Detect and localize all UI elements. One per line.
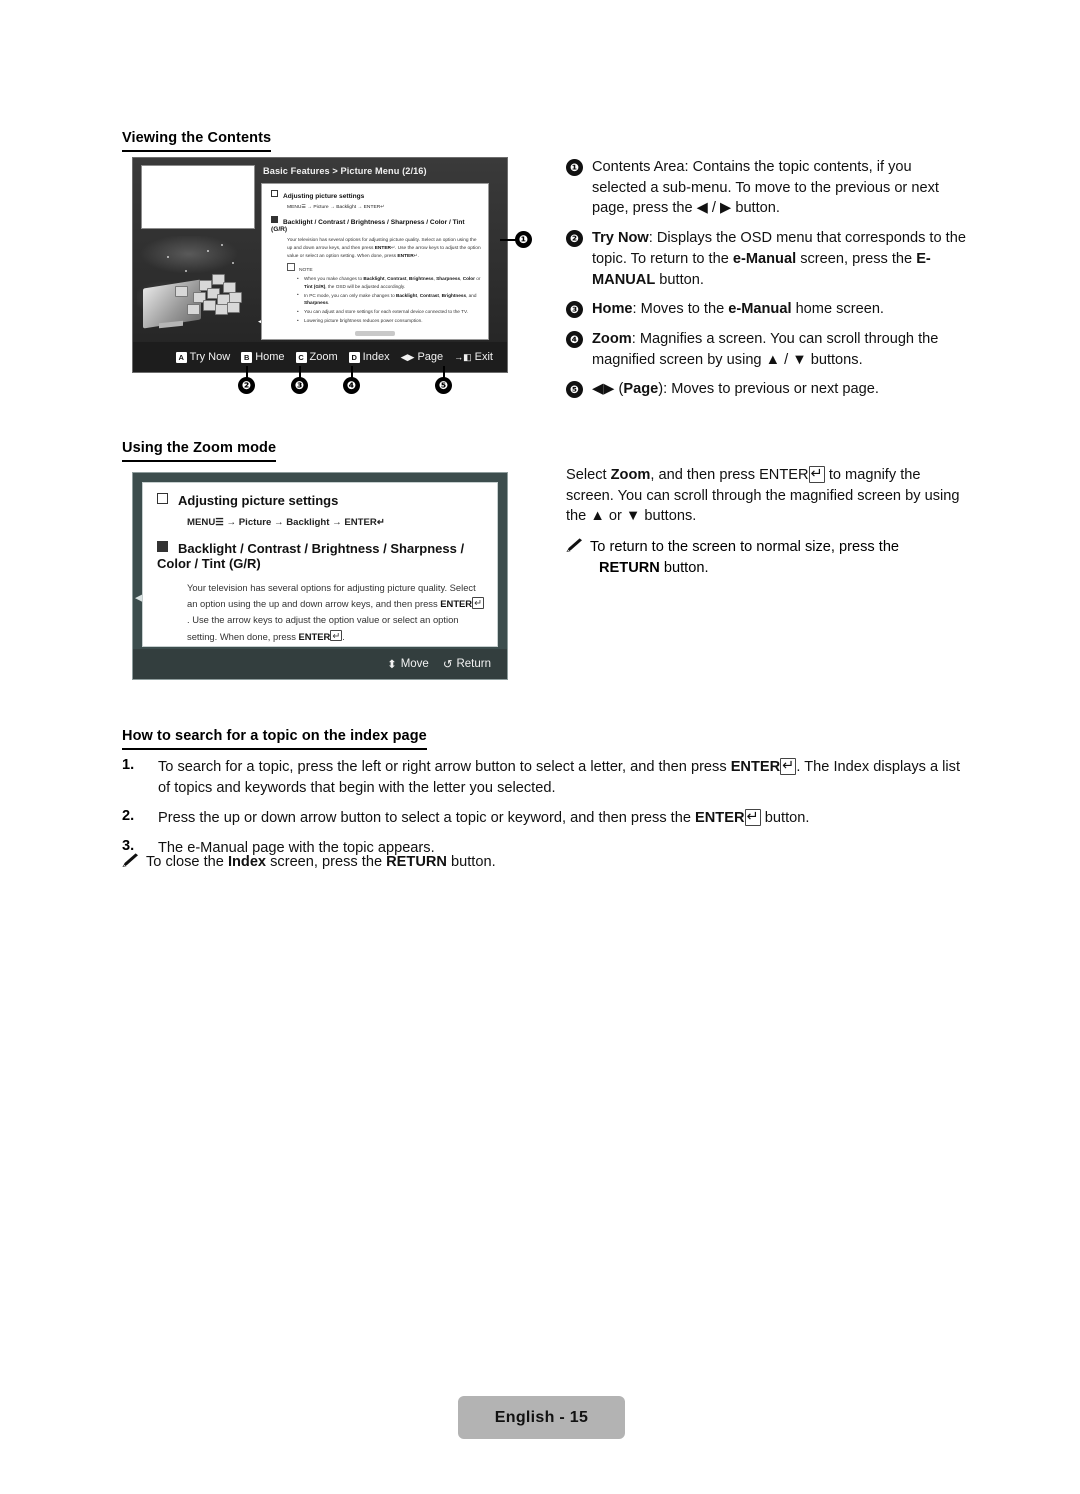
osd-note-label: NOTE <box>287 263 481 273</box>
osd-menu-path: MENU☰ → Picture → Backlight → ENTER↵ <box>287 205 385 210</box>
list-item: Lowering picture brightness reduces powe… <box>297 317 481 325</box>
zoom-menu-path: MENU☰ → Picture → Backlight → ENTER↵ <box>187 517 385 528</box>
toolbar-item-page[interactable]: ◀▶ Page <box>401 351 444 363</box>
zoom-mode-screenshot: ◀ Adjusting picture settings MENU☰ → Pic… <box>132 472 508 680</box>
toolbar-item-zoom[interactable]: C Zoom <box>295 351 338 363</box>
footer-item-return[interactable]: ↺ Return <box>443 657 491 671</box>
step-row-2: 2. Press the up or down arrow button to s… <box>122 808 962 829</box>
move-icon: ⬍ <box>387 659 397 671</box>
osd-body-text: Your television has several options for … <box>287 238 481 259</box>
zoom-heading-backlight-label: Backlight / Contrast / Brightness / Shar… <box>157 541 465 571</box>
list-item: When you make changes to Backlight, Cont… <box>297 275 481 290</box>
section-title-using-the-zoom-mode: Using the Zoom mode <box>122 440 277 462</box>
step-row-1: 1. To search for a topic, press the left … <box>122 757 962 799</box>
footer-item-move[interactable]: ⬍ Move <box>387 657 429 671</box>
toolbar-item-exit[interactable]: →◧ Exit <box>454 351 493 363</box>
list-item: You can adjust and store settings for ea… <box>297 308 481 316</box>
zoom-body-text: Your television has several options for … <box>187 582 484 642</box>
zoom-return-note: To return to the screen to normal size, … <box>566 537 966 578</box>
toolbar-item-label: Home <box>255 351 285 363</box>
step-text-2: Press the up or down arrow button to sel… <box>158 809 810 826</box>
toolbar-key-a: A <box>175 351 187 363</box>
callout-explanation-row: ❶ Contents Area: Contains the topic conte… <box>566 157 966 219</box>
osd-panel: Adjusting picture settings MENU☰ → Pictu… <box>261 183 489 340</box>
callout-text-3: Home: Moves to the e-Manual home screen. <box>592 301 884 318</box>
zoom-instruction-paragraph: Select Zoom, and then press ENTER ↵ to ma… <box>566 466 960 525</box>
thumbnail-preview-box <box>141 165 255 229</box>
manual-page: Viewing the Contents Basic Features > Pi… <box>0 0 1080 1494</box>
return-icon: ↺ <box>442 659 453 671</box>
zoom-footer-bar: ⬍ Move ↺ Return <box>133 649 507 679</box>
osd-heading-backlight: Backlight / Contrast / Brightness / Shar… <box>271 216 481 233</box>
emanual-screenshot-contents: Basic Features > Picture Menu (2/16) ◀ ▶… <box>132 157 508 373</box>
osd-breadcrumb: Basic Features > Picture Menu (2/16) <box>263 166 427 176</box>
osd-heading-adjusting: Adjusting picture settings <box>271 190 481 200</box>
pencil-note-icon <box>566 538 583 558</box>
callout-marker-5: ❺ <box>435 377 452 394</box>
tv-stand-shape <box>159 320 183 329</box>
osd-note-list: When you make changes to Backlight, Cont… <box>297 275 481 325</box>
callout-marker-4: ❹ <box>343 377 360 394</box>
osd-heading-adjusting-label: Adjusting picture settings <box>283 193 365 200</box>
callout-text-2: Try Now: Displays the OSD menu that corr… <box>592 230 966 288</box>
footer-item-label: Move <box>400 658 429 670</box>
zoom-mode-description: Select Zoom, and then press ENTER ↵ to ma… <box>566 465 966 579</box>
tv-illustration <box>137 236 257 342</box>
zoom-return-note-text: To return to the screen to normal size, … <box>590 539 900 576</box>
callout-number-5: ❺ <box>566 381 583 399</box>
zoom-heading-backlight: Backlight / Contrast / Brightness / Shar… <box>157 541 485 571</box>
section-title-viewing-the-contents: Viewing the Contents <box>122 130 272 152</box>
index-close-note: To close the Index screen, press the RET… <box>122 852 962 873</box>
callout-1-leader <box>500 239 516 241</box>
zoom-content-panel: Adjusting picture settings MENU☰ → Pictu… <box>142 482 498 647</box>
callout-text-4: Zoom: Magnifies a screen. You can scroll… <box>592 331 939 368</box>
toolbar-key-d: D <box>348 351 360 363</box>
toolbar-key-c: C <box>295 351 307 363</box>
toolbar-key-b: B <box>241 351 253 363</box>
osd-toolbar: A Try Now B Home C Zoom D Index ◀▶ Page →◧ Exit <box>133 342 507 372</box>
callout-marker-3: ❸ <box>291 377 308 394</box>
osd-content-area: Basic Features > Picture Menu (2/16) ◀ ▶… <box>258 164 501 340</box>
toolbar-item-home[interactable]: B Home <box>241 351 285 363</box>
list-item: In PC mode, you can only make changes to… <box>297 291 481 307</box>
callout-number-4: ❹ <box>566 331 583 349</box>
toolbar-item-label: Exit <box>474 351 493 363</box>
toolbar-item-index[interactable]: D Index <box>348 351 390 363</box>
callout-explanation-row: ❺ ◀▶ (Page): Moves to previous or next pa… <box>566 379 966 400</box>
index-close-note-text: To close the Index screen, press the RET… <box>146 854 496 870</box>
zoom-heading-adjusting: Adjusting picture settings <box>157 493 485 508</box>
toolbar-glyph: ◀▶ <box>400 351 415 362</box>
callout-explanation-row: ❹ Zoom: Magnifies a screen. You can scrol… <box>566 329 966 370</box>
note-icon <box>287 263 295 272</box>
osd-heading-backlight-label: Backlight / Contrast / Brightness / Shar… <box>271 219 465 233</box>
section-title-index-search: How to search for a topic on the index p… <box>122 728 427 750</box>
toolbar-item-try-now[interactable]: A Try Now <box>175 351 231 363</box>
zoom-heading-adjusting-label: Adjusting picture settings <box>178 493 339 508</box>
contents-callout-list: ❶ Contents Area: Contains the topic conte… <box>566 157 966 409</box>
toolbar-item-label: Index <box>362 351 390 363</box>
callout-explanation-row: ❷ Try Now: Displays the OSD menu that cor… <box>566 228 966 290</box>
callout-number-2: ❷ <box>566 230 583 248</box>
toolbar-item-label: Page <box>417 351 444 363</box>
footer-item-label: Return <box>456 658 491 670</box>
step-text-1: To search for a topic, press the left or… <box>158 758 960 796</box>
callout-text-1: Contents Area: Contains the topic conten… <box>592 159 939 217</box>
callout-explanation-row: ❸ Home: Moves to the e-Manual home screen… <box>566 299 966 320</box>
page-footer-badge: English - 15 <box>458 1396 625 1439</box>
toolbar-item-label: Try Now <box>189 351 231 363</box>
callout-number-1: ❶ <box>566 159 583 176</box>
osd-scrollbar-thumb[interactable] <box>355 331 395 336</box>
callout-number-3: ❸ <box>566 301 583 319</box>
step-number-2: 2. <box>122 808 135 824</box>
callout-text-5: ◀▶ (Page): Moves to previous or next pag… <box>592 381 879 398</box>
toolbar-glyph: →◧ <box>454 351 472 362</box>
callout-marker-2: ❷ <box>238 377 255 394</box>
step-number-1: 1. <box>122 757 135 773</box>
pencil-note-icon <box>122 853 139 873</box>
toolbar-item-label: Zoom <box>309 351 338 363</box>
callout-marker-1: ❶ <box>515 231 532 248</box>
